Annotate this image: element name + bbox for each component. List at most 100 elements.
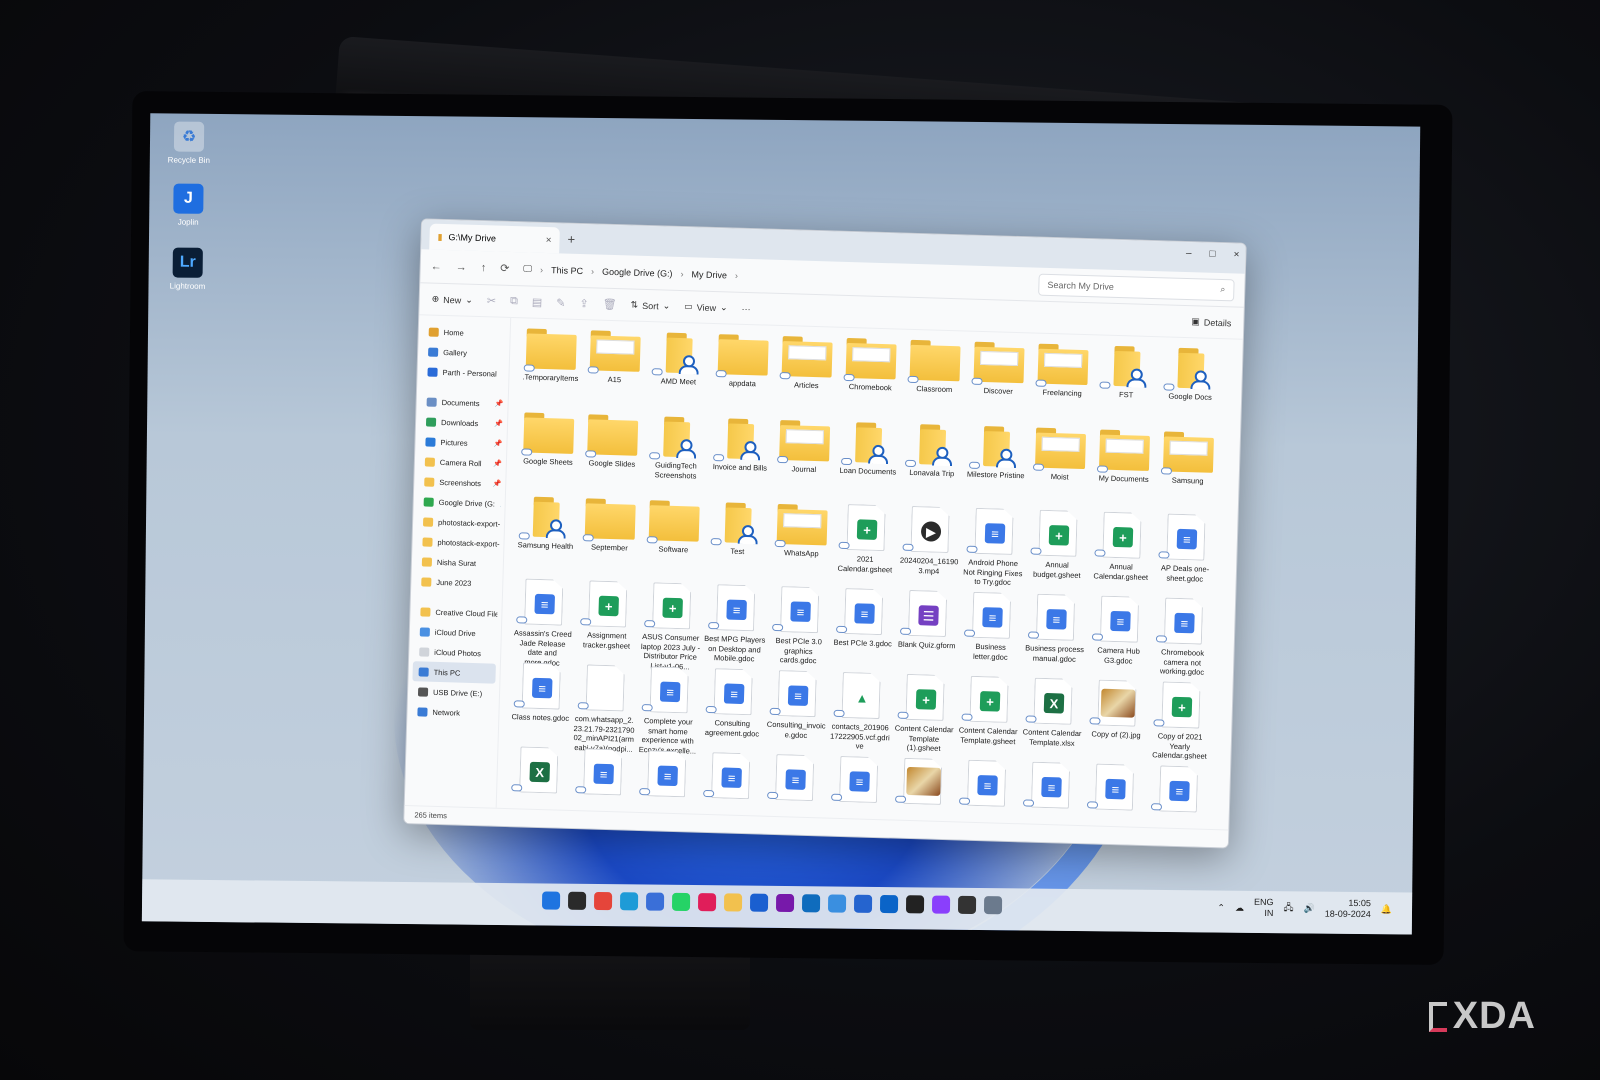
folder-item[interactable]: Software: [641, 496, 705, 582]
outlook-new-icon[interactable]: [879, 894, 899, 914]
sidebar-item[interactable]: This PC: [412, 661, 496, 684]
file-item[interactable]: ≡ Consulting agreement.gdoc: [700, 666, 764, 752]
folder-item[interactable]: Chromebook: [838, 334, 902, 420]
folder-item[interactable]: Google Sheets: [516, 408, 580, 494]
details-button[interactable]: ▣ Details: [1191, 316, 1231, 328]
file-item[interactable]: + Annual budget.gsheet: [1025, 507, 1089, 593]
slack-icon[interactable]: [697, 893, 717, 912]
photos-icon[interactable]: [827, 894, 847, 913]
file-item[interactable]: Copy of (2).jpg: [1084, 677, 1148, 763]
1password-icon[interactable]: [749, 893, 769, 912]
file-item[interactable]: ≡ Business process manual.gdoc: [1023, 591, 1087, 677]
sidebar-item[interactable]: photostack-export-: [417, 511, 501, 533]
folder-item[interactable]: Google Slides: [580, 410, 644, 496]
sidebar-item[interactable]: USB Drive (E:): [412, 681, 496, 703]
breadcrumb-google-drive[interactable]: Google Drive (G:): [602, 266, 673, 278]
sidebar-item[interactable]: June 2023: [415, 571, 499, 593]
file-item[interactable]: ≡ Best PCIe 3.0 graphics cards.gdoc: [767, 584, 831, 670]
start-icon[interactable]: [541, 891, 561, 910]
chevron-up-icon[interactable]: ⌃: [1217, 902, 1225, 913]
file-item[interactable]: ▶ 20240204_16190 3.mp4: [897, 504, 961, 590]
breadcrumb-this-pc[interactable]: This PC: [551, 265, 583, 276]
folder-item[interactable]: September: [578, 494, 642, 580]
desktop-icon-lightroom[interactable]: Lr Lightroom: [158, 247, 216, 291]
folder-item[interactable]: Invoice and Bills: [708, 414, 772, 500]
close-tab-icon[interactable]: ×: [546, 234, 552, 245]
file-item[interactable]: ≡ Best MPG Players on Desktop and Mobile.…: [703, 582, 767, 668]
folder-item[interactable]: My Documents: [1092, 425, 1156, 511]
file-item[interactable]: ≡ Business letter.gdoc: [959, 589, 1023, 675]
folder-item[interactable]: Loan Documents: [836, 418, 900, 504]
sidebar-item[interactable]: Network: [411, 701, 495, 723]
chrome-icon[interactable]: [593, 891, 613, 911]
language-indicator[interactable]: ENG IN: [1254, 897, 1274, 919]
clipchamp-icon[interactable]: [931, 895, 951, 914]
folder-item[interactable]: Samsung Health: [514, 492, 578, 578]
sidebar-item[interactable]: iCloud Photos: [413, 641, 497, 663]
file-item[interactable]: + Assignment tracker.gsheet: [575, 578, 639, 664]
outlook-icon[interactable]: [801, 894, 821, 913]
file-item[interactable]: + Copy of 2021 Yearly Calendar.gsheet: [1148, 679, 1212, 765]
sidebar-item[interactable]: Parth - Personal: [421, 361, 505, 383]
new-button[interactable]: ⊕ New ⌄: [432, 294, 473, 306]
folder-item[interactable]: Articles: [774, 332, 838, 418]
folder-item[interactable]: GuidingTech Screenshots: [644, 412, 708, 498]
sort-button[interactable]: ⇅ Sort ⌄: [630, 300, 671, 312]
up-button[interactable]: ↑: [481, 262, 487, 274]
sidebar-item[interactable]: Camera Roll 📌: [419, 451, 503, 473]
folder-item[interactable]: FST: [1094, 341, 1158, 427]
file-item[interactable]: ≡ Class notes.gdoc: [509, 660, 573, 746]
file-item[interactable]: ≡ Android Phone Not Ringing Fixes to Try.…: [961, 505, 1025, 591]
rename-icon[interactable]: ✎: [556, 296, 566, 309]
close-window-button[interactable]: ×: [1233, 249, 1239, 260]
notion-icon[interactable]: [905, 895, 925, 914]
file-item[interactable]: + ASUS Consumer laptop 2023 July - Distri…: [639, 580, 703, 671]
folder-item[interactable]: Test: [705, 498, 769, 584]
file-item[interactable]: + Annual Calendar.gsheet: [1089, 509, 1153, 595]
address-bar[interactable]: 🖵 › This PC › Google Drive (G:) › My Dri…: [523, 263, 1024, 289]
folder-item[interactable]: Classroom: [902, 336, 966, 422]
whatsapp-icon[interactable]: [671, 892, 691, 911]
maximize-button[interactable]: □: [1209, 249, 1215, 260]
sidebar-item[interactable]: Google Drive (G: 📌: [417, 491, 501, 513]
file-item[interactable]: + Content Calendar Template.gsheet: [956, 673, 1020, 759]
file-item[interactable]: X Content Calendar Template.xlsx: [1020, 675, 1084, 761]
task-view-icon[interactable]: [567, 891, 587, 910]
file-item[interactable]: ▲ contacts_201906 17222905.vcf.gdri ve: [828, 670, 892, 756]
sidebar-item[interactable]: Screenshots 📌: [418, 471, 502, 493]
cut-icon[interactable]: ✂: [487, 294, 497, 307]
settings-icon[interactable]: [983, 896, 1003, 915]
file-item[interactable]: ≡ AP Deals one-sheet.gdoc: [1153, 511, 1217, 597]
file-item[interactable]: ≡ Consulting_invoic e.gdoc: [764, 668, 828, 754]
edge-icon[interactable]: [619, 892, 639, 911]
file-item[interactable]: ≡: [1082, 761, 1146, 829]
volume-icon[interactable]: 🔊: [1304, 903, 1315, 914]
delete-icon[interactable]: 🗑: [602, 298, 616, 311]
folder-item[interactable]: AMD Meet: [646, 328, 710, 414]
file-item[interactable]: ≡ Best PCIe 3.gdoc: [831, 586, 895, 672]
notification-bell-icon[interactable]: 🔔: [1381, 904, 1392, 915]
file-item[interactable]: ≡: [1146, 763, 1210, 829]
store-icon[interactable]: [645, 892, 665, 911]
new-tab-button[interactable]: +: [567, 232, 575, 247]
terminal-icon[interactable]: [957, 895, 977, 914]
folder-item[interactable]: Samsung: [1156, 427, 1220, 513]
sidebar-item[interactable]: Nisha Surat: [416, 551, 500, 573]
desktop-icon-joplin[interactable]: J Joplin: [159, 183, 217, 227]
folder-item[interactable]: Milestore Pristine: [964, 422, 1028, 508]
forward-button[interactable]: →: [456, 261, 467, 273]
file-item[interactable]: ≡: [954, 757, 1018, 829]
sidebar-item[interactable]: Gallery: [422, 341, 506, 363]
todo-icon[interactable]: [853, 894, 873, 913]
view-button[interactable]: ▭ View ⌄: [684, 301, 728, 313]
share-icon[interactable]: ⇪: [579, 297, 589, 310]
tab-my-drive[interactable]: ▮ G:\My Drive ×: [429, 223, 560, 254]
file-item[interactable]: ≡ Complete your smart home experience wit…: [636, 664, 700, 755]
sidebar-item[interactable]: Creative Cloud Files: [414, 601, 498, 623]
back-button[interactable]: ←: [431, 260, 442, 272]
file-item[interactable]: com.whatsapp_2. 23.21.79-2321790 02_minA…: [573, 662, 637, 753]
file-item[interactable]: ≡ Camera Hub G3.gdoc: [1087, 593, 1151, 679]
folder-item[interactable]: Journal: [772, 416, 836, 502]
network-icon[interactable]: 🖧: [1283, 900, 1293, 916]
copy-icon[interactable]: ⧉: [510, 295, 518, 308]
